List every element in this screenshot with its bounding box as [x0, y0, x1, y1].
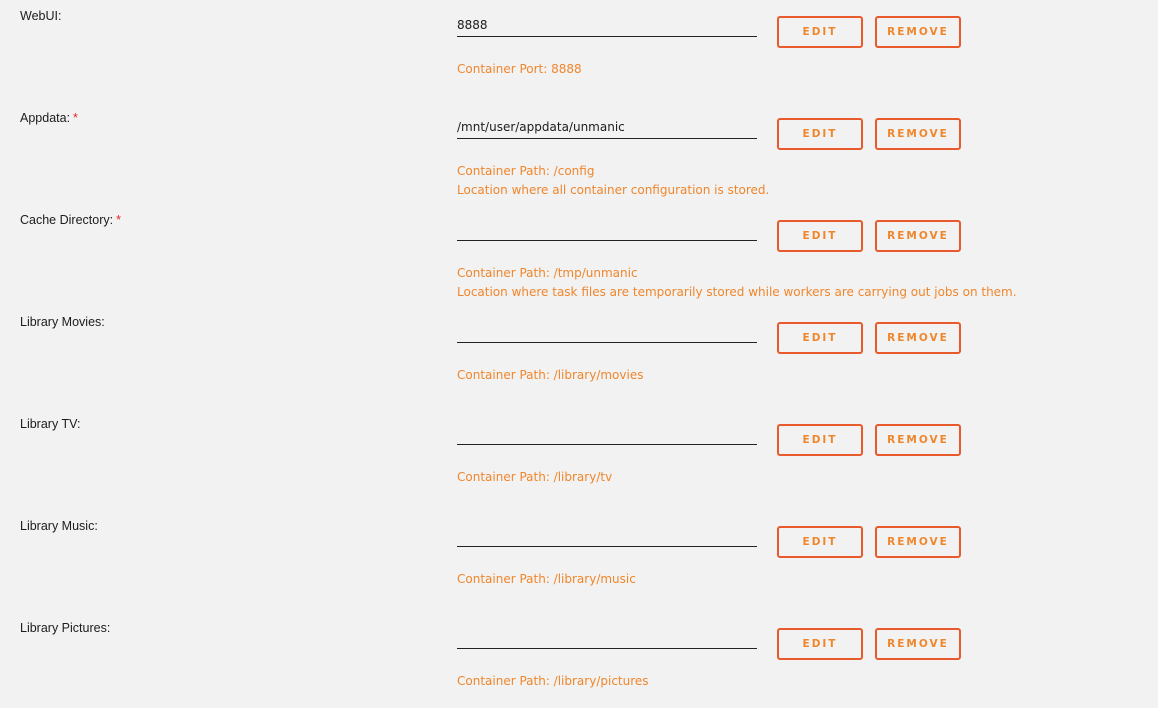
remove-button[interactable]: REMOVE [875, 118, 961, 150]
container-path-text: Container Port: 8888 [457, 62, 582, 76]
field-description: Container Path: /tmp/unmanic Location wh… [457, 264, 1017, 302]
field-label: Library Music: [20, 519, 98, 533]
remove-button[interactable]: REMOVE [875, 628, 961, 660]
remove-button[interactable]: REMOVE [875, 424, 961, 456]
library-pictures-input[interactable] [457, 626, 757, 649]
field-row-cache-directory: Cache Directory: * EDIT REMOVE Container … [0, 204, 1158, 306]
field-help-text: Location where all container configurati… [457, 183, 770, 197]
field-row-webui: WebUI: EDIT REMOVE Container Port: 8888 [0, 0, 1158, 102]
container-path-text: Container Path: /library/pictures [457, 674, 649, 688]
required-marker: * [116, 213, 121, 227]
container-config-form: WebUI: EDIT REMOVE Container Port: 8888 … [0, 0, 1158, 708]
container-path-text: Container Path: /library/tv [457, 470, 613, 484]
required-marker: * [73, 111, 78, 125]
remove-button[interactable]: REMOVE [875, 322, 961, 354]
container-path-text: Container Path: /tmp/unmanic [457, 266, 638, 280]
field-label: Appdata: * [20, 111, 78, 125]
edit-button[interactable]: EDIT [777, 118, 863, 150]
field-label: Library Movies: [20, 315, 105, 329]
field-description: Container Path: /library/music [457, 570, 636, 589]
cache-directory-input[interactable] [457, 218, 757, 241]
field-description: Container Port: 8888 [457, 60, 582, 79]
field-description: Container Path: /library/movies [457, 366, 643, 385]
field-row-appdata: Appdata:* EDIT REMOVE Container Path: /c… [0, 102, 1158, 204]
remove-button[interactable]: REMOVE [875, 220, 961, 252]
library-music-input[interactable] [457, 524, 757, 547]
field-row-library-tv: Library TV: EDIT REMOVE Container Path: … [0, 408, 1158, 510]
field-description: Container Path: /library/tv [457, 468, 612, 487]
field-description: Container Path: /config Location where a… [457, 162, 769, 200]
edit-button[interactable]: EDIT [777, 424, 863, 456]
remove-button[interactable]: REMOVE [875, 16, 961, 48]
field-label: Cache Directory: * [20, 213, 121, 227]
remove-button[interactable]: REMOVE [875, 526, 961, 558]
field-label: Library Pictures: [20, 621, 111, 635]
library-tv-input[interactable] [457, 422, 757, 445]
edit-button[interactable]: EDIT [777, 16, 863, 48]
edit-button[interactable]: EDIT [777, 322, 863, 354]
library-movies-input[interactable] [457, 320, 757, 343]
container-path-text: Container Path: /library/movies [457, 368, 644, 382]
field-label: WebUI: [20, 9, 62, 23]
edit-button[interactable]: EDIT [777, 526, 863, 558]
edit-button[interactable]: EDIT [777, 628, 863, 660]
edit-button[interactable]: EDIT [777, 220, 863, 252]
field-row-library-movies: Library Movies: EDIT REMOVE Container Pa… [0, 306, 1158, 408]
field-label: Library TV: [20, 417, 81, 431]
webui-port-input[interactable] [457, 14, 757, 37]
field-description: Container Path: /library/pictures [457, 672, 649, 691]
container-path-text: Container Path: /config [457, 164, 595, 178]
container-path-text: Container Path: /library/music [457, 572, 636, 586]
field-help-text: Location where task files are temporaril… [457, 285, 1017, 299]
field-row-library-music: Library Music: EDIT REMOVE Container Pat… [0, 510, 1158, 612]
field-row-library-pictures: Library Pictures: EDIT REMOVE Container … [0, 612, 1158, 708]
appdata-path-input[interactable] [457, 116, 757, 139]
